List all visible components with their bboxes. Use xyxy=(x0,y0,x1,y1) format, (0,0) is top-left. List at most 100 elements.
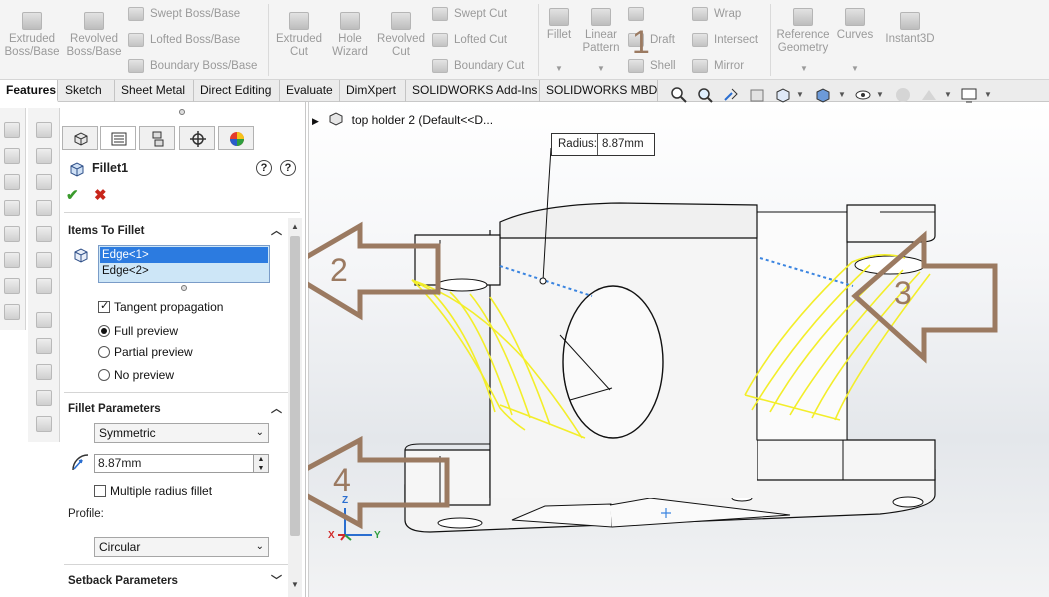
revolved-cut-button[interactable]: Revolved Cut xyxy=(376,12,426,59)
tab-sheet-metal[interactable]: Sheet Metal xyxy=(115,80,194,102)
tab-display-manager[interactable] xyxy=(218,126,254,150)
collapse-chevron-icon[interactable]: ︿ xyxy=(271,398,282,420)
shell-button[interactable]: Shell xyxy=(628,59,676,73)
feature-icon[interactable] xyxy=(36,364,52,380)
extruded-cut-button[interactable]: Extruded Cut xyxy=(274,12,324,59)
swept-cut-button[interactable]: Swept Cut xyxy=(432,7,507,21)
hole-wizard-button[interactable]: Hole Wizard xyxy=(326,12,374,59)
annotation-icon[interactable] xyxy=(4,252,20,268)
tangent-propagation-checkbox[interactable]: Tangent propagation xyxy=(98,299,223,314)
setback-parameters-header[interactable]: Setback Parameters ﹀ xyxy=(64,570,286,592)
tab-solidworks-add-ins[interactable]: SOLIDWORKS Add-Ins xyxy=(406,80,540,102)
cancel-button[interactable]: ✖ xyxy=(94,186,107,204)
multiple-radius-fillet-checkbox[interactable]: Multiple radius fillet xyxy=(94,484,212,498)
expand-chevron-icon[interactable]: ﹀ xyxy=(271,570,282,592)
scroll-up-arrow[interactable]: ▲ xyxy=(291,222,299,231)
radius-spinner[interactable]: ▲ ▼ xyxy=(253,454,269,473)
pattern-dropdown-caret[interactable]: ▼ xyxy=(597,64,605,73)
annotation-icon[interactable] xyxy=(4,304,20,320)
boundary-cut-button[interactable]: Boundary Cut xyxy=(432,59,524,73)
list-resize-grip[interactable] xyxy=(181,285,187,291)
reference-geometry-caret[interactable]: ▼ xyxy=(800,64,808,73)
lofted-boss-button[interactable]: Lofted Boss/Base xyxy=(128,33,240,47)
profile-dropdown[interactable]: Circular ⌄ xyxy=(94,537,269,557)
cube-icon[interactable] xyxy=(36,122,52,138)
annotation-icon[interactable] xyxy=(4,122,20,138)
curves-caret[interactable]: ▼ xyxy=(851,64,859,73)
tab-dimxpert[interactable]: DimXpert xyxy=(340,80,406,102)
checkbox-box[interactable] xyxy=(98,299,110,313)
edge-selection-list[interactable]: Edge<1> Edge<2> xyxy=(98,245,270,283)
feature-icon[interactable] xyxy=(36,338,52,354)
cube-icon[interactable] xyxy=(36,200,52,216)
lofted-cut-button[interactable]: Lofted Cut xyxy=(432,33,507,47)
feature-icon[interactable] xyxy=(36,390,52,406)
radio-dot[interactable] xyxy=(98,346,110,358)
tab-configuration-manager[interactable] xyxy=(139,126,175,150)
fillet-parameters-header[interactable]: Fillet Parameters ︿ xyxy=(64,398,286,420)
tab-direct-editing[interactable]: Direct Editing xyxy=(194,80,280,102)
scrollbar-thumb[interactable] xyxy=(290,236,300,536)
tab-evaluate[interactable]: Evaluate xyxy=(280,80,340,102)
revolved-boss-button[interactable]: Revolved Boss/Base xyxy=(66,12,122,59)
partial-preview-radio[interactable]: Partial preview xyxy=(98,345,193,359)
list-item[interactable]: Edge<2> xyxy=(100,263,268,279)
tab-solidworks-mbd[interactable]: SOLIDWORKS MBD xyxy=(540,80,658,102)
fillet-method-dropdown[interactable]: Symmetric ⌄ xyxy=(94,423,269,443)
feature-icon[interactable] xyxy=(36,416,52,432)
view-settings-caret[interactable]: ▼ xyxy=(984,90,992,99)
tab-sketch[interactable]: Sketch xyxy=(59,80,115,102)
full-preview-radio[interactable]: Full preview xyxy=(98,324,178,338)
instant3d-button[interactable]: Instant3D xyxy=(880,12,940,46)
swept-boss-button[interactable]: Swept Boss/Base xyxy=(128,7,240,21)
annotation-icon[interactable] xyxy=(4,174,20,190)
fillet-dropdown-caret[interactable]: ▼ xyxy=(555,64,563,73)
cube-icon[interactable] xyxy=(36,252,52,268)
scroll-down-arrow[interactable]: ▼ xyxy=(291,580,299,589)
cube-icon[interactable] xyxy=(36,148,52,164)
annotation-icon[interactable] xyxy=(4,278,20,294)
whats-wrong-help-icon[interactable]: ? xyxy=(256,160,272,176)
radio-dot[interactable] xyxy=(98,369,110,381)
help-icon[interactable]: ? xyxy=(280,160,296,176)
cube-icon[interactable] xyxy=(36,278,52,294)
radius-callout-value[interactable]: 8.87mm xyxy=(597,134,644,155)
property-manager: Fillet1 ? ? ✔ ✖ Items To Fillet ︿ Tangen… xyxy=(60,102,306,597)
panel-grip[interactable] xyxy=(179,109,185,115)
radius-callout[interactable]: Radius: 8.87mm xyxy=(551,133,655,156)
annotation-icon[interactable] xyxy=(4,148,20,164)
collapse-chevron-icon[interactable]: ︿ xyxy=(271,220,282,242)
feature-manager-strip xyxy=(28,108,60,442)
fillet-button[interactable]: Fillet xyxy=(542,8,576,42)
scene-caret[interactable]: ▼ xyxy=(944,90,952,99)
items-to-fillet-header[interactable]: Items To Fillet ︿ xyxy=(64,220,286,242)
annotation-icon[interactable] xyxy=(4,226,20,242)
rib-button[interactable] xyxy=(628,7,650,21)
checkbox-box[interactable] xyxy=(94,485,106,497)
extruded-boss-button[interactable]: Extruded Boss/Base xyxy=(4,12,60,59)
tab-property-manager[interactable] xyxy=(100,126,136,150)
view-orientation-caret[interactable]: ▼ xyxy=(796,90,804,99)
intersect-button[interactable]: Intersect xyxy=(692,33,758,47)
radio-dot[interactable] xyxy=(98,325,110,337)
tab-feature-manager[interactable] xyxy=(62,126,98,150)
radius-input[interactable]: 8.87mm xyxy=(94,454,254,473)
feature-icon[interactable] xyxy=(36,312,52,328)
part-model[interactable] xyxy=(308,102,1049,597)
annotation-icon[interactable] xyxy=(4,200,20,216)
ok-check-button[interactable]: ✔ xyxy=(66,186,79,204)
list-item[interactable]: Edge<1> xyxy=(100,247,268,263)
wrap-button[interactable]: Wrap xyxy=(692,7,741,21)
boundary-boss-button[interactable]: Boundary Boss/Base xyxy=(128,59,257,73)
linear-pattern-button[interactable]: Linear Pattern xyxy=(580,8,622,55)
no-preview-radio[interactable]: No preview xyxy=(98,368,174,382)
curves-button[interactable]: Curves xyxy=(836,8,874,42)
reference-geometry-button[interactable]: Reference Geometry xyxy=(774,8,832,55)
mirror-button[interactable]: Mirror xyxy=(692,59,744,73)
tab-features[interactable]: Features xyxy=(0,80,58,102)
cube-icon[interactable] xyxy=(36,174,52,190)
hide-show-caret[interactable]: ▼ xyxy=(876,90,884,99)
cube-icon[interactable] xyxy=(36,226,52,242)
display-style-caret[interactable]: ▼ xyxy=(838,90,846,99)
tab-dimxpert-manager[interactable] xyxy=(179,126,215,150)
